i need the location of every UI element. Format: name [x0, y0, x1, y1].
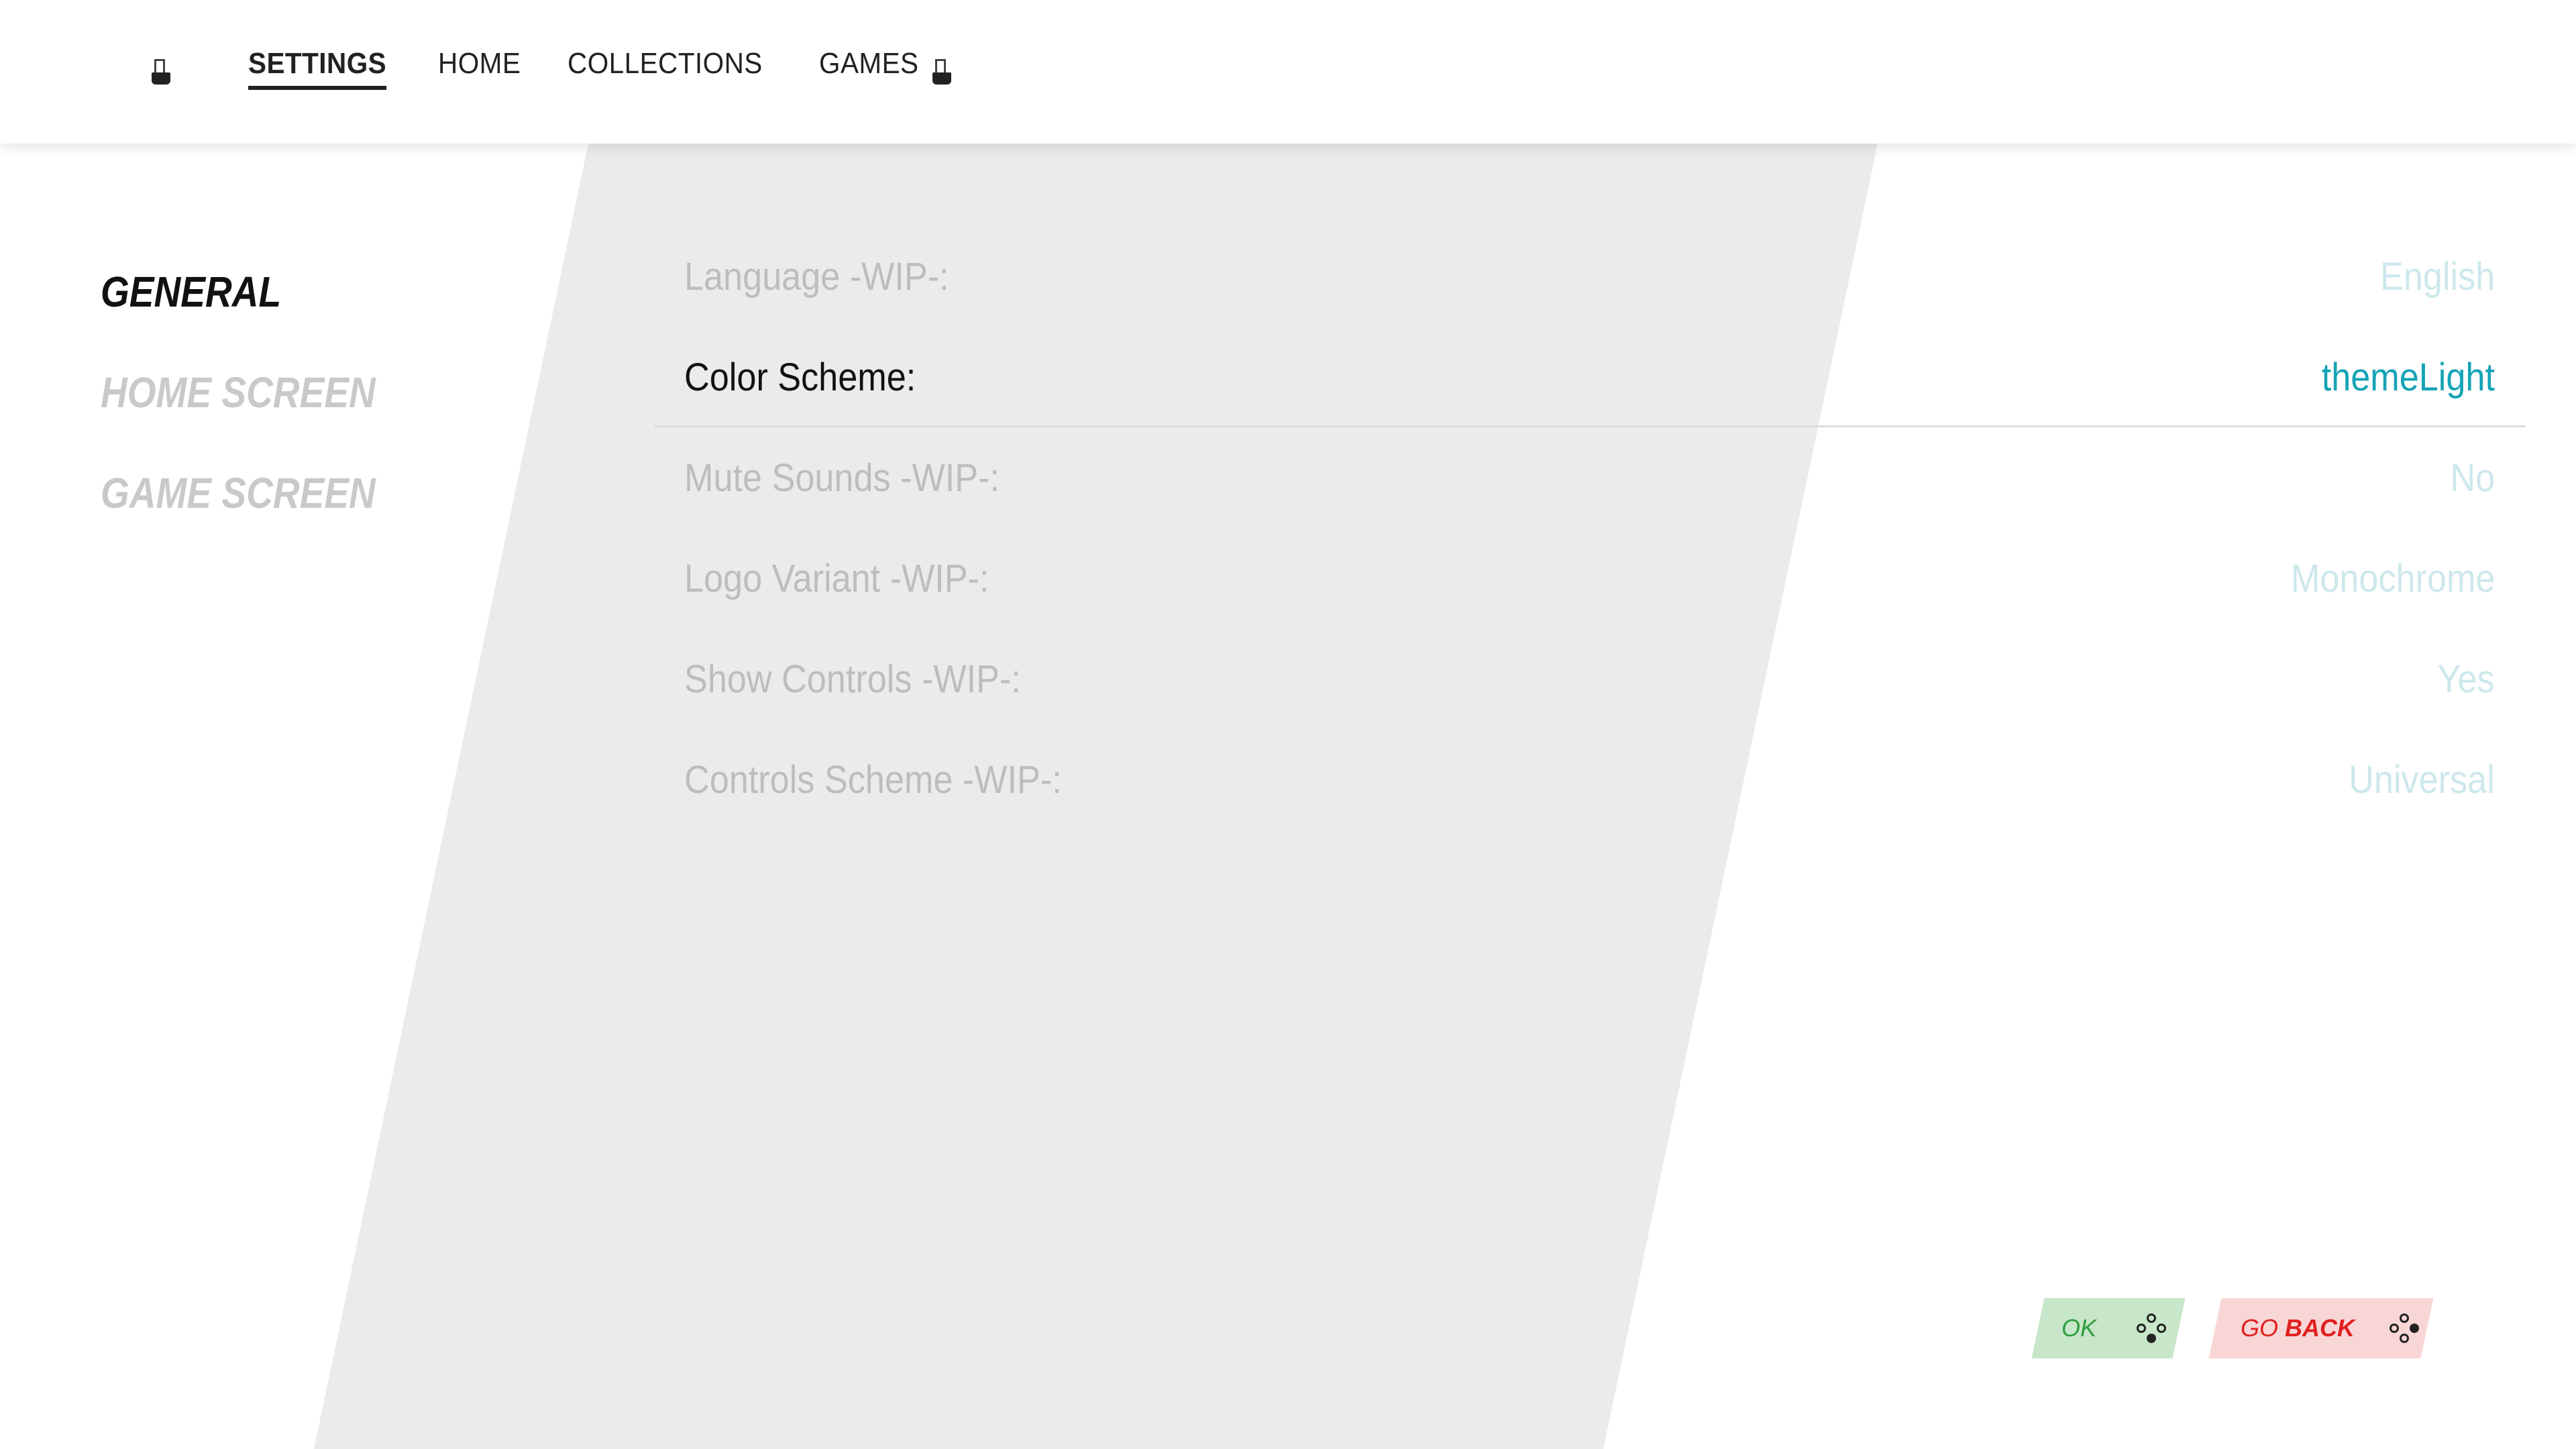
ok-button[interactable]: OK	[2031, 1298, 2186, 1358]
setting-label: Controls Scheme -WIP-:	[684, 757, 1062, 802]
setting-label: Show Controls -WIP-:	[684, 657, 1021, 701]
go-back-button[interactable]: GO BACK	[2208, 1298, 2434, 1358]
setting-row-language[interactable]: Language -WIP-: English	[654, 226, 2526, 327]
tab-home[interactable]: HOME	[438, 47, 521, 95]
setting-value: Yes	[2437, 657, 2495, 701]
setting-value: English	[2379, 254, 2495, 299]
setting-row-mute-sounds[interactable]: Mute Sounds -WIP-: No	[654, 427, 2526, 528]
setting-row-show-controls[interactable]: Show Controls -WIP-: Yes	[654, 629, 2526, 729]
setting-row-controls-scheme[interactable]: Controls Scheme -WIP-: Universal	[654, 729, 2526, 830]
ok-button-label: OK	[2061, 1314, 2097, 1342]
setting-value: Universal	[2349, 757, 2495, 802]
setting-value: No	[2450, 455, 2495, 500]
sidebar-item-home-screen[interactable]: HOME SCREEN	[101, 342, 376, 443]
settings-list: Language -WIP-: English Color Scheme: th…	[654, 226, 2526, 830]
tab-settings[interactable]: SETTINGS	[248, 47, 387, 95]
setting-label: Color Scheme:	[684, 355, 916, 399]
setting-label: Logo Variant -WIP-:	[684, 556, 989, 600]
controller-shoulder-left-icon[interactable]	[152, 59, 170, 86]
top-navigation-bar: SETTINGS HOME COLLECTIONS GAMES	[0, 0, 2576, 144]
controller-shoulder-right-icon[interactable]	[932, 59, 951, 86]
go-back-prefix: GO	[2241, 1314, 2279, 1342]
tab-collections[interactable]: COLLECTIONS	[568, 47, 763, 95]
sidebar-item-game-screen[interactable]: GAME SCREEN	[101, 443, 376, 543]
go-back-button-label: GO BACK	[2241, 1314, 2355, 1342]
setting-row-logo-variant[interactable]: Logo Variant -WIP-: Monochrome	[654, 528, 2526, 629]
go-back-emphasis: BACK	[2285, 1314, 2355, 1342]
dpad-down-icon	[2137, 1313, 2167, 1343]
dpad-right-icon	[2390, 1313, 2420, 1343]
settings-category-sidebar: GENERAL HOME SCREEN GAME SCREEN	[101, 241, 421, 543]
setting-row-color-scheme[interactable]: Color Scheme: themeLight	[654, 327, 2526, 427]
setting-label: Mute Sounds -WIP-:	[684, 455, 1000, 500]
sidebar-item-general[interactable]: GENERAL	[101, 241, 376, 342]
setting-value: themeLight	[2321, 355, 2495, 399]
setting-value: Monochrome	[2290, 556, 2495, 600]
nav-tabs: SETTINGS HOME COLLECTIONS GAMES	[248, 47, 927, 95]
tab-games[interactable]: GAMES	[819, 47, 919, 95]
setting-label: Language -WIP-:	[684, 254, 949, 299]
